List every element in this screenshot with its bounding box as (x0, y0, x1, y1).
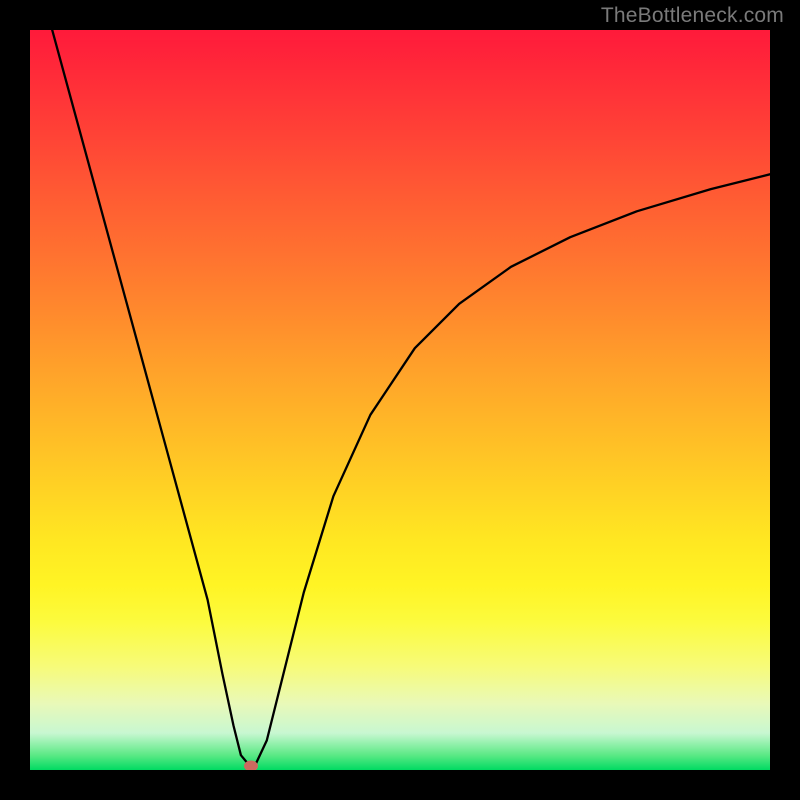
optimal-point-marker (244, 760, 258, 770)
chart-frame: TheBottleneck.com (0, 0, 800, 800)
watermark-text: TheBottleneck.com (601, 4, 784, 28)
curve-layer (30, 30, 770, 770)
bottleneck-curve (52, 30, 770, 764)
plot-area (30, 30, 770, 770)
